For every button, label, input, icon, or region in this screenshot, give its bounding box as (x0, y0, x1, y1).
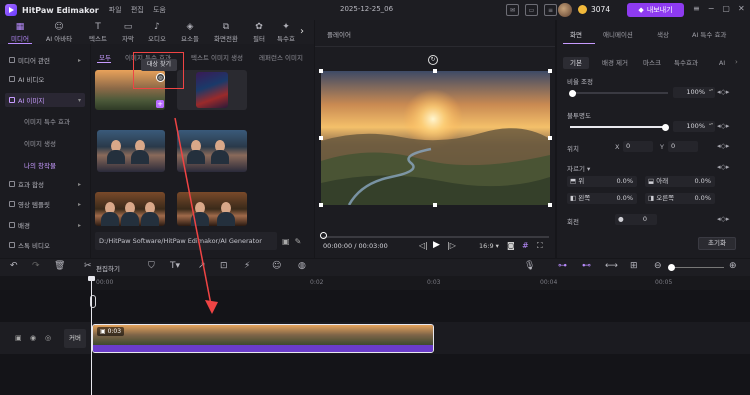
arrow-line (174, 117, 213, 311)
app-window: HitPaw Edimakor 파일 편집 도움 2025-12-25_06 ✉… (0, 0, 750, 395)
arrow-head (205, 300, 218, 314)
annotation-arrow (174, 117, 218, 314)
